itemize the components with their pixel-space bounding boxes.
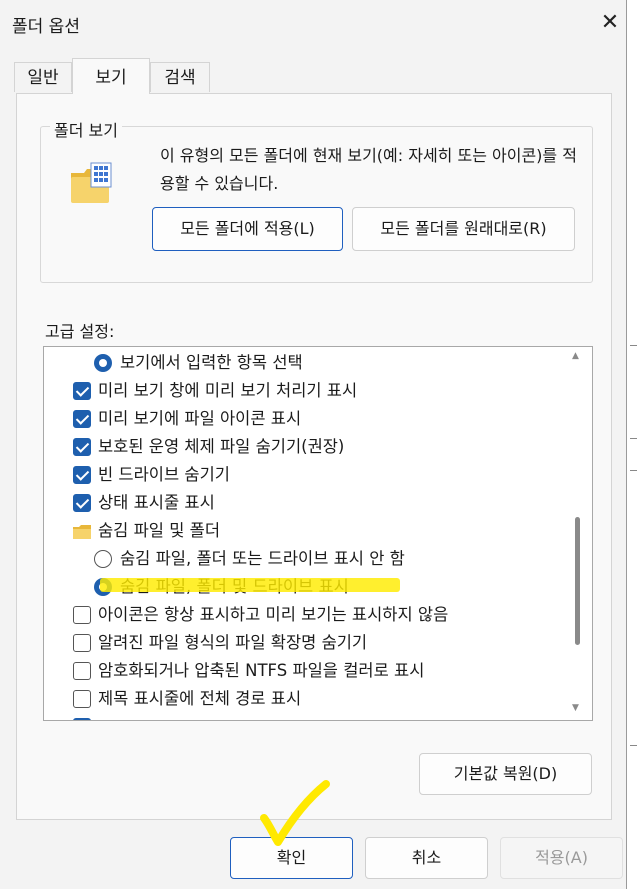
cancel-button[interactable]: 취소 bbox=[365, 837, 488, 879]
background-window-edge bbox=[627, 0, 639, 889]
list-item-select-typed-item[interactable]: 보기에서 입력한 항목 선택 bbox=[44, 349, 592, 377]
close-icon[interactable]: ✕ bbox=[596, 9, 624, 37]
list-item-ntfs-color[interactable]: 암호화되거나 압축된 NTFS 파일을 컬러로 표시 bbox=[44, 657, 592, 685]
list-item-label: 숨김 파일 및 폴더 bbox=[98, 521, 220, 540]
scroll-up-arrow-icon[interactable]: ▲ bbox=[572, 351, 579, 361]
checkbox-checked[interactable] bbox=[73, 382, 91, 400]
ok-button[interactable]: 확인 bbox=[230, 837, 353, 879]
apply-button[interactable]: 적용(A) bbox=[500, 837, 623, 879]
list-item-dont-show-hidden[interactable]: 숨김 파일, 폴더 또는 드라이브 표시 안 함 bbox=[44, 545, 592, 573]
scrollbar-thumb[interactable] bbox=[575, 517, 580, 645]
checkbox-unchecked[interactable] bbox=[73, 662, 91, 680]
advanced-settings-list[interactable]: 보기에서 입력한 항목 선택 미리 보기 창에 미리 보기 처리기 표시 미리 … bbox=[43, 346, 593, 721]
folder-view-description: 이 유형의 모든 폴더에 현재 보기(예: 자세히 또는 아이콘)를 적용할 수… bbox=[160, 146, 577, 193]
checkbox-checked[interactable] bbox=[73, 410, 91, 428]
list-item-label: 아이콘은 항상 표시하고 미리 보기는 표시하지 않음 bbox=[98, 605, 449, 624]
restore-defaults-button[interactable]: 기본값 복원(D) bbox=[419, 753, 592, 795]
advanced-settings-label: 고급 설정: bbox=[45, 322, 115, 341]
tab-search[interactable]: 검색 bbox=[150, 62, 210, 92]
tab-general[interactable]: 일반 bbox=[14, 62, 72, 92]
list-item-show-status-bar[interactable]: 상태 표시줄 표시 bbox=[44, 489, 592, 517]
list-item-label: 보기에서 입력한 항목 선택 bbox=[120, 353, 303, 372]
reset-all-folders-button[interactable]: 모든 폴더를 원래대로(R) bbox=[352, 207, 575, 251]
list-item-label: 숨김 파일, 폴더 또는 드라이브 표시 안 함 bbox=[120, 549, 405, 568]
list-item-hide-empty-drives[interactable]: 빈 드라이브 숨기기 bbox=[44, 461, 592, 489]
checkbox-checked[interactable] bbox=[73, 438, 91, 456]
list-item-label: 알려진 파일 형식의 파일 확장명 숨기기 bbox=[98, 633, 368, 652]
checkbox-checked[interactable] bbox=[73, 718, 91, 720]
radio-selected[interactable] bbox=[94, 578, 112, 596]
list-item-hide-protected-os-files[interactable]: 보호된 운영 체제 파일 숨기기(권장) bbox=[44, 433, 592, 461]
list-item-label: 상태 표시줄 표시 bbox=[98, 493, 215, 512]
list-item-label: 미리 보기에 파일 아이콘 표시 bbox=[98, 409, 302, 428]
list-item-hide-extensions[interactable]: 알려진 파일 형식의 파일 확장명 숨기기 bbox=[44, 629, 592, 657]
checkbox-checked[interactable] bbox=[73, 494, 91, 512]
folder-view-icon bbox=[71, 162, 112, 203]
checkbox-unchecked[interactable] bbox=[73, 606, 91, 624]
folder-options-dialog: 폴더 옵션 ✕ 일반 보기 검색 폴더 보기 이 유형의 모든 폴더에 현재 보… bbox=[0, 0, 627, 889]
list-item-label: 숨김 파일, 폴더 및 드라이브 표시 bbox=[120, 577, 349, 596]
list-item-full-path-title[interactable]: 제목 표시줄에 전체 경로 표시 bbox=[44, 685, 592, 713]
list-item-preview-handlers[interactable]: 미리 보기 창에 미리 보기 처리기 표시 bbox=[44, 377, 592, 405]
radio-selected[interactable] bbox=[94, 354, 112, 372]
list-item-file-icon-preview[interactable]: 미리 보기에 파일 아이콘 표시 bbox=[44, 405, 592, 433]
list-item-label: 빈 드라이브 숨기기 bbox=[98, 465, 230, 484]
list-item-partially-visible[interactable] bbox=[44, 713, 592, 720]
list-item-show-hidden[interactable]: 숨김 파일, 폴더 및 드라이브 표시 bbox=[44, 573, 592, 601]
list-item-label: 제목 표시줄에 전체 경로 표시 bbox=[98, 689, 302, 708]
list-item-always-show-icons[interactable]: 아이콘은 항상 표시하고 미리 보기는 표시하지 않음 bbox=[44, 601, 592, 629]
tab-view[interactable]: 보기 bbox=[72, 58, 150, 94]
list-item-label: 보호된 운영 체제 파일 숨기기(권장) bbox=[98, 437, 345, 456]
list-item-label: 암호화되거나 압축된 NTFS 파일을 컬러로 표시 bbox=[98, 661, 425, 680]
apply-to-all-folders-button[interactable]: 모든 폴더에 적용(L) bbox=[152, 207, 343, 251]
list-item-label: 미리 보기 창에 미리 보기 처리기 표시 bbox=[98, 381, 358, 400]
checkbox-unchecked[interactable] bbox=[73, 690, 91, 708]
window-title: 폴더 옵션 bbox=[12, 17, 80, 37]
checkbox-unchecked[interactable] bbox=[73, 634, 91, 652]
scroll-down-arrow-icon[interactable]: ▼ bbox=[572, 703, 579, 713]
folder-view-legend: 폴더 보기 bbox=[50, 117, 122, 141]
folder-icon bbox=[73, 525, 91, 539]
checkbox-checked[interactable] bbox=[73, 466, 91, 484]
radio-unselected[interactable] bbox=[94, 550, 112, 568]
list-item-hidden-files-folder-group: 숨김 파일 및 폴더 bbox=[44, 517, 592, 545]
